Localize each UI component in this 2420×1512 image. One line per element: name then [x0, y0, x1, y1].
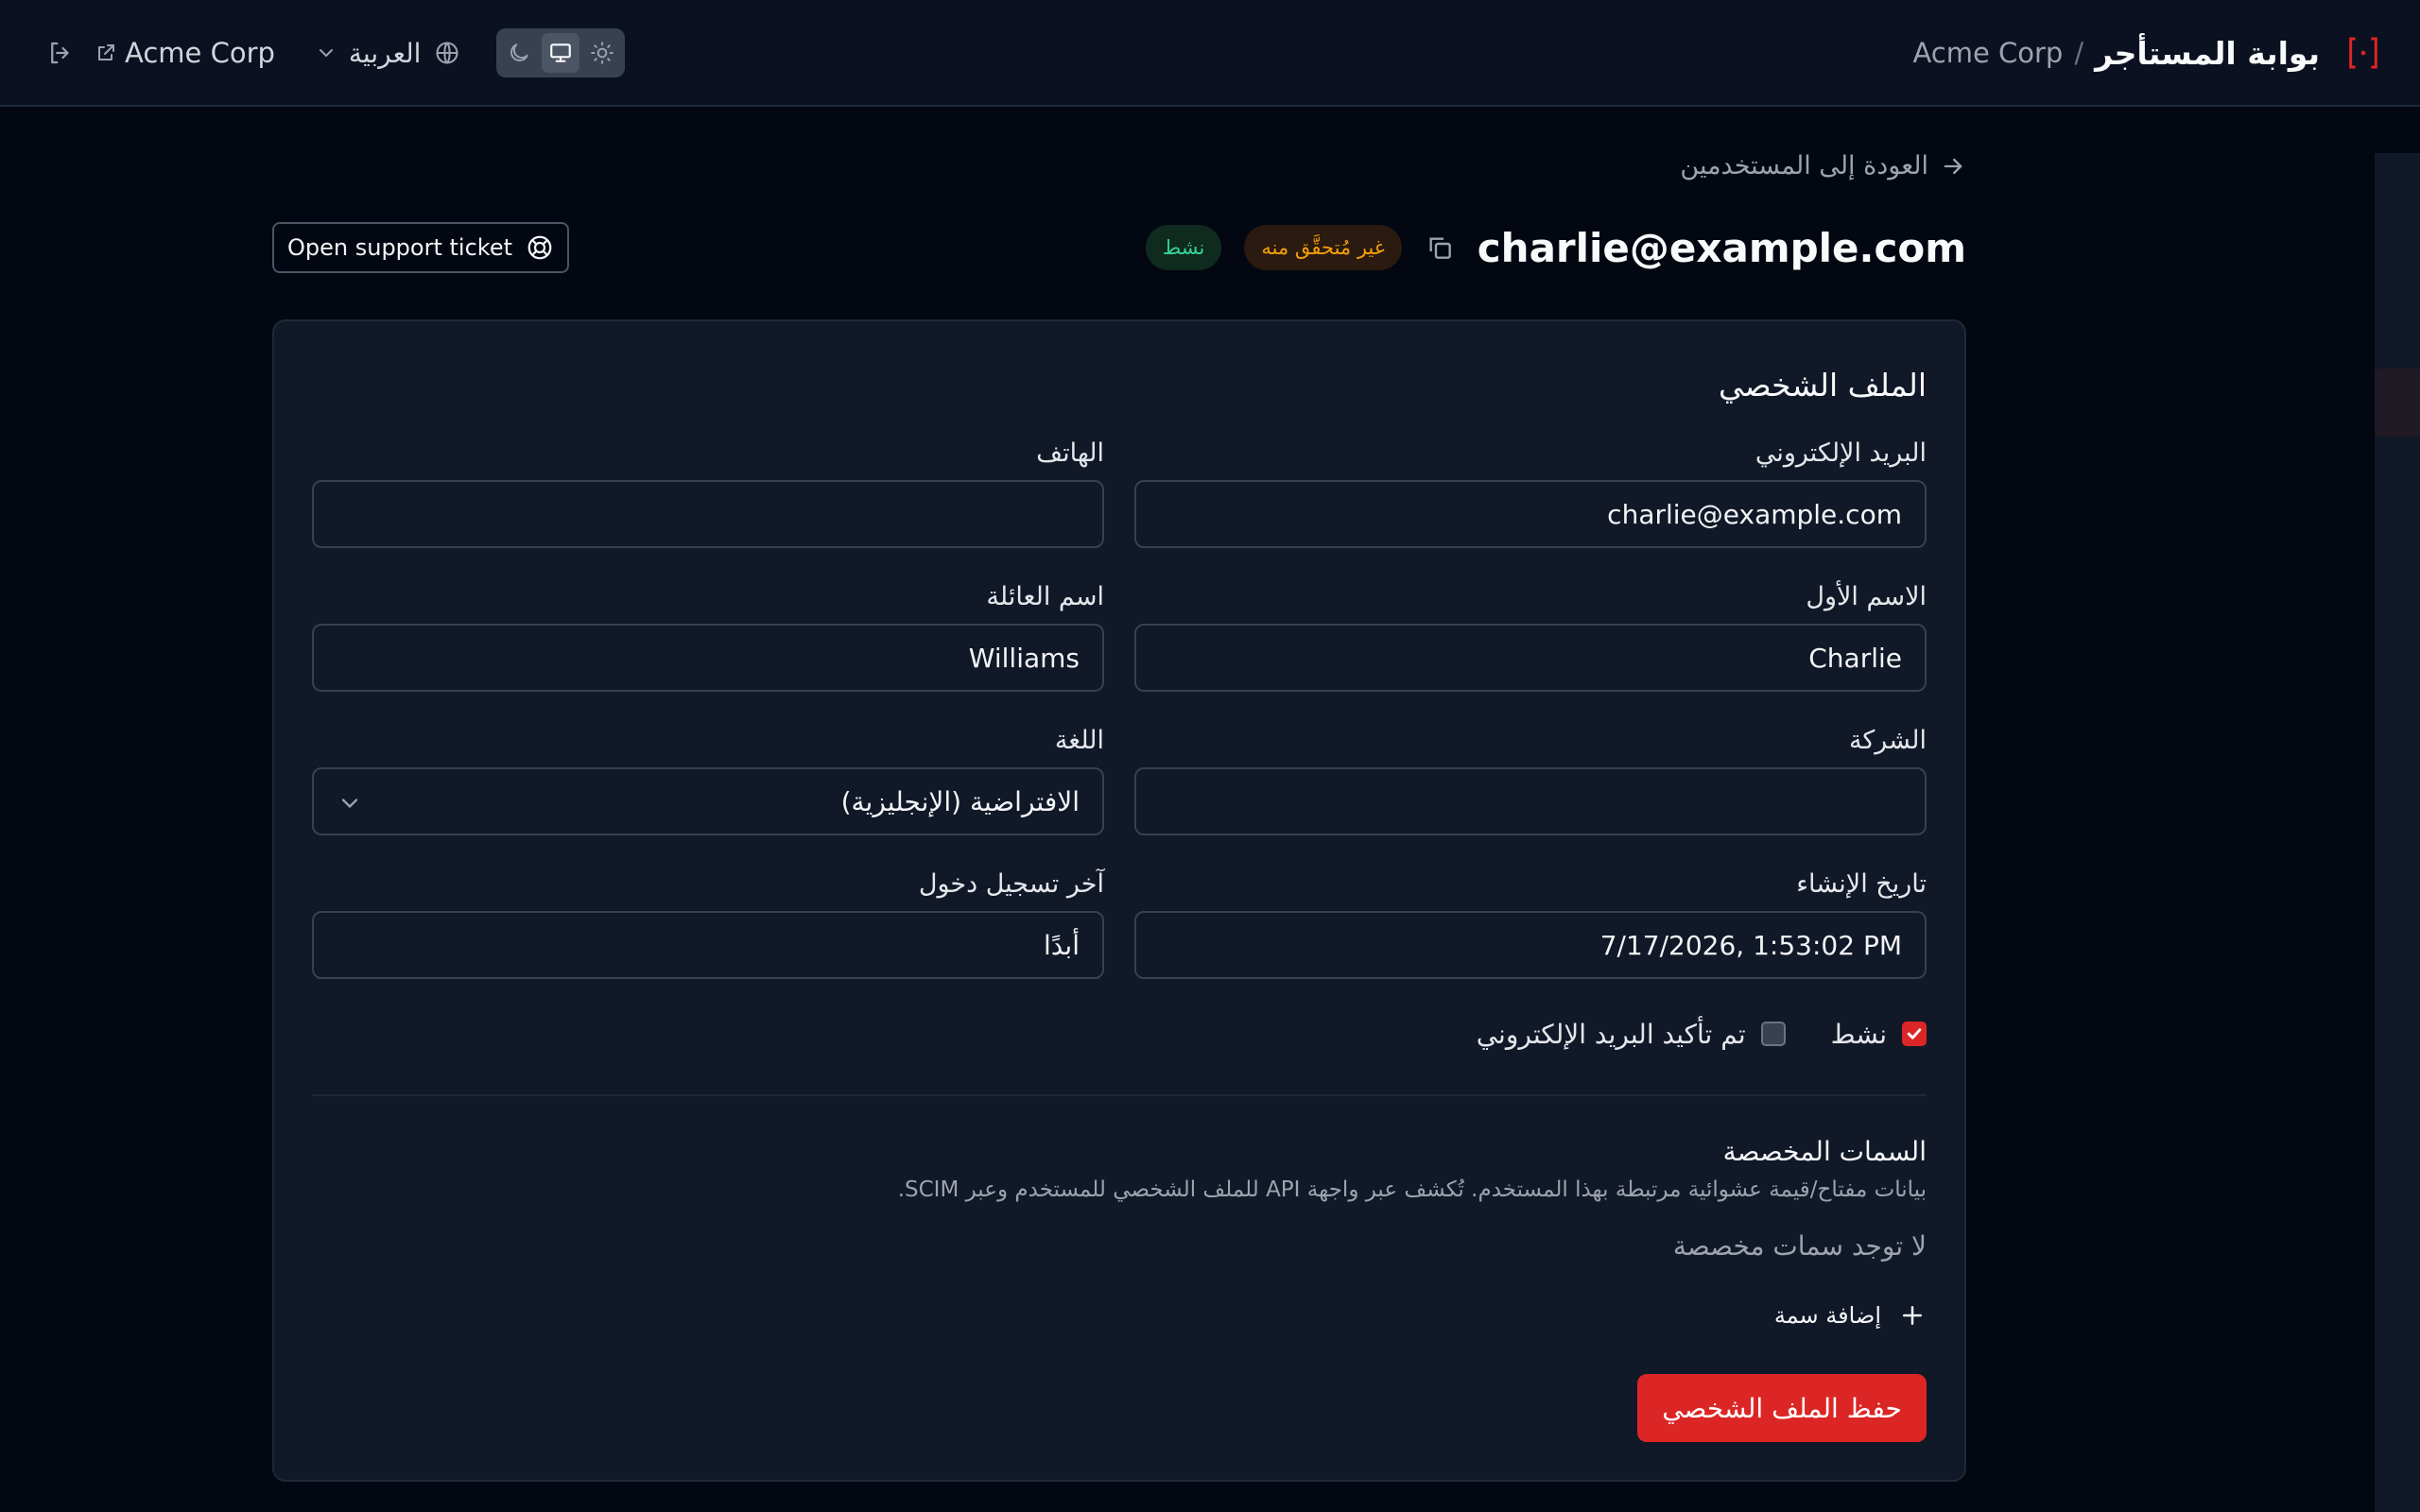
page-title: charlie@example.com — [1477, 224, 1966, 271]
theme-dark-button[interactable] — [500, 33, 538, 73]
header-left-controls: Acme Corp العربية — [42, 26, 626, 79]
brand-logo-icon — [2349, 37, 2377, 69]
active-checkbox-label: نشط — [1830, 1018, 1887, 1050]
language-selector[interactable]: العربية — [315, 38, 461, 69]
check-icon — [1907, 1028, 1922, 1040]
status-badge-active: نشط — [1145, 225, 1222, 270]
company-field[interactable] — [1134, 767, 1927, 835]
last-name-label: اسم العائلة — [986, 582, 1104, 611]
save-profile-label: حفظ الملف الشخصي — [1662, 1392, 1902, 1424]
language-select[interactable]: الافتراضية (الإنجليزية) — [312, 767, 1104, 835]
created-field: 7/17/2026, 1:53:02 PM — [1134, 911, 1927, 979]
back-to-users-link[interactable]: العودة إلى المستخدمين — [1680, 151, 1966, 180]
chevron-down-icon — [319, 49, 333, 58]
email-verified-checkbox[interactable] — [1760, 1022, 1786, 1046]
language-select-value: الافتراضية (الإنجليزية) — [840, 785, 1080, 817]
status-checkboxes: نشط تم تأكيد البريد الإلكتروني — [1477, 1013, 1927, 1055]
save-profile-button[interactable]: حفظ الملف الشخصي — [1637, 1374, 1927, 1442]
theme-light-button[interactable] — [583, 33, 621, 73]
add-attribute-button[interactable]: إضافة سمة — [1774, 1295, 1927, 1336]
language-selector-label: العربية — [348, 37, 422, 69]
breadcrumb-org[interactable]: Acme Corp — [1912, 37, 2063, 69]
org-link-label: Acme Corp — [125, 37, 275, 69]
chevron-down-icon — [341, 799, 358, 809]
phone-label: الهاتف — [1036, 438, 1104, 468]
theme-switcher — [496, 28, 626, 77]
plus-icon — [1903, 1306, 1922, 1325]
user-heading: charlie@example.com غير مُتحقَّق منه نشط — [1145, 214, 1966, 282]
first-name-label: الاسم الأول — [1806, 582, 1927, 611]
top-header: Acme Corp العربية Acme Corp / بوابة المس… — [0, 0, 2420, 107]
lifebuoy-icon — [527, 235, 552, 260]
support-button-label: Open support ticket — [287, 234, 512, 261]
custom-attributes-description: بيانات مفتاح/قيمة عشوائية مرتبطة بهذا ال… — [897, 1177, 1927, 1202]
moon-icon — [510, 43, 529, 61]
sun-icon — [591, 42, 614, 64]
first-name-field[interactable]: Charlie — [1134, 624, 1927, 692]
open-support-ticket-button[interactable]: Open support ticket — [272, 222, 569, 273]
page-scrollbar[interactable] — [2375, 153, 2420, 1512]
email-verified-label: تم تأكيد البريد الإلكتروني — [1476, 1018, 1746, 1050]
arrow-right-icon — [1944, 158, 1962, 174]
org-external-link[interactable]: Acme Corp — [95, 37, 275, 69]
add-attribute-label: إضافة سمة — [1773, 1302, 1881, 1329]
company-label: الشركة — [1848, 726, 1927, 755]
phone-field[interactable] — [312, 480, 1104, 548]
theme-system-button[interactable] — [542, 33, 580, 73]
section-divider — [312, 1094, 1927, 1096]
scrollbar-thumb[interactable] — [2375, 369, 2420, 437]
header-breadcrumb: Acme Corp / بوابة المستأجر — [1912, 25, 2382, 81]
language-label: اللغة — [1054, 726, 1104, 755]
breadcrumb-separator: / — [2074, 37, 2084, 69]
globe-icon — [436, 42, 458, 64]
copy-icon[interactable] — [1425, 232, 1455, 263]
last-name-field[interactable]: Williams — [312, 624, 1104, 692]
email-label: البريد الإلكتروني — [1754, 438, 1927, 468]
email-field[interactable]: charlie@example.com — [1134, 480, 1927, 548]
back-link-label: العودة إلى المستخدمين — [1680, 151, 1928, 180]
created-value: 7/17/2026, 1:53:02 PM — [1599, 929, 1902, 961]
last-login-field: أبدًا — [312, 911, 1104, 979]
custom-attributes-title: السمات المخصصة — [1722, 1136, 1927, 1167]
custom-attributes-empty: لا توجد سمات مخصصة — [1672, 1230, 1927, 1262]
profile-card: الملف الشخصي البريد الإلكتروني charlie@e… — [272, 319, 1966, 1482]
active-checkbox[interactable] — [1902, 1022, 1927, 1046]
external-link-icon — [98, 44, 114, 60]
logout-icon — [51, 42, 69, 64]
status-badge-unverified: غير مُتحقَّق منه — [1244, 225, 1402, 270]
logout-button[interactable] — [42, 34, 79, 72]
profile-section-title: الملف الشخصي — [1719, 367, 1927, 404]
portal-title: بوابة المستأجر — [2095, 34, 2320, 72]
created-label: تاريخ الإنشاء — [1796, 869, 1927, 899]
monitor-icon — [550, 43, 572, 62]
last-login-label: آخر تسجيل دخول — [918, 869, 1104, 899]
